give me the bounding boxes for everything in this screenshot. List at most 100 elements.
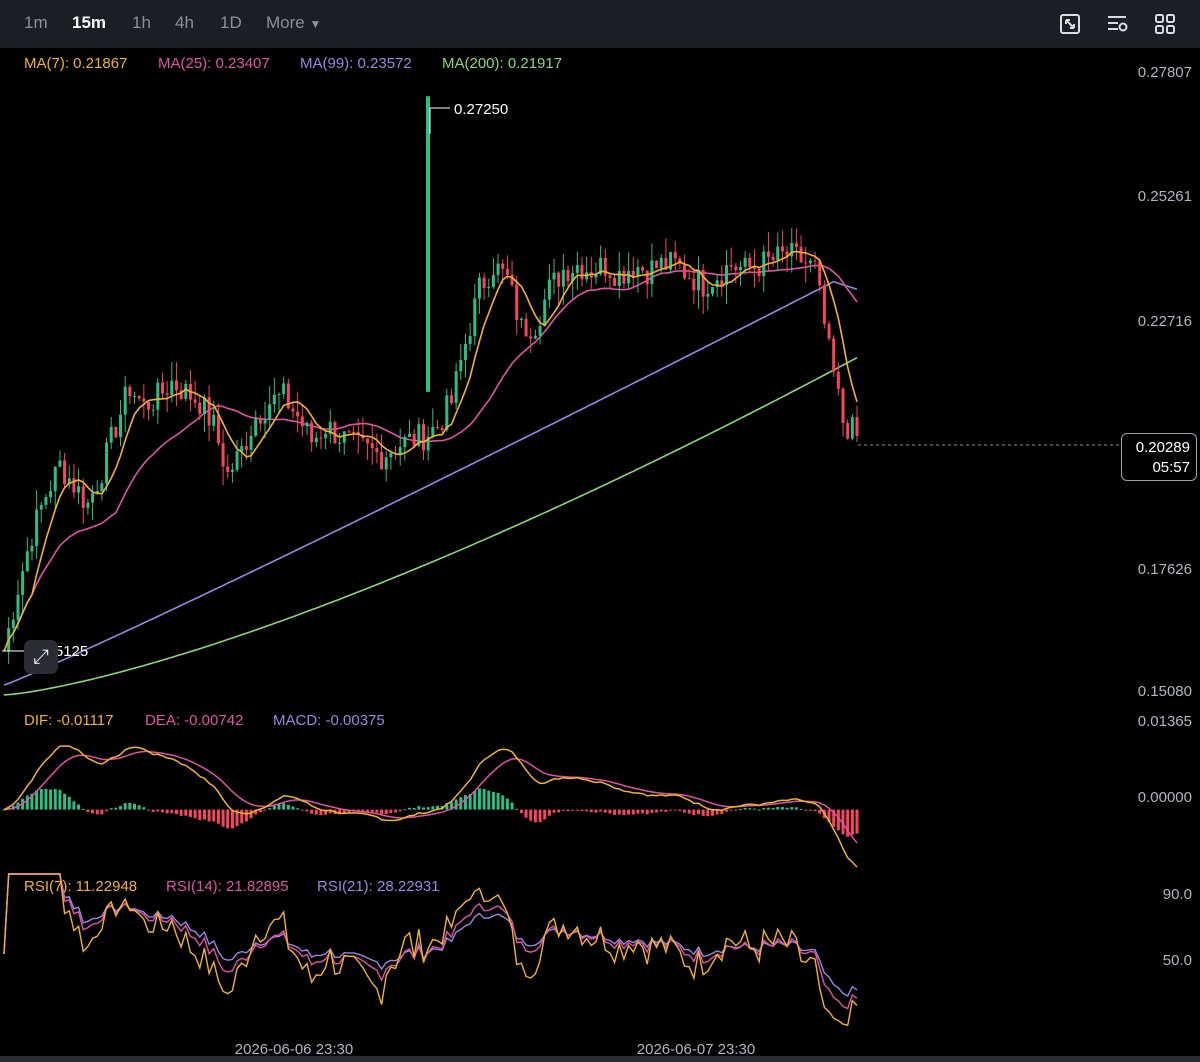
macd-bar: [454, 799, 458, 810]
grid-layout-icon[interactable]: [1153, 12, 1177, 36]
macd-bar: [77, 804, 81, 810]
macd-bar: [105, 809, 109, 812]
macd-bar: [463, 795, 467, 810]
macd-bar: [170, 809, 174, 814]
macd-bar: [510, 802, 514, 810]
candle-body: [552, 272, 556, 280]
moving-averages: [3, 264, 858, 696]
macd-bar: [669, 809, 673, 811]
macd-bar: [706, 809, 710, 817]
candle-body: [566, 269, 570, 282]
chart-canvas[interactable]: MA(7): 0.21867 MA(25): 0.23407 MA(99): 0…: [0, 48, 1200, 1056]
candle-body: [846, 422, 850, 439]
candle-body: [319, 437, 323, 439]
current-price-tag: 0.20289 05:57: [1121, 433, 1197, 481]
candle-body: [627, 270, 631, 284]
macd-bar: [160, 809, 164, 813]
macd-bar: [505, 798, 509, 810]
candle-body: [435, 426, 439, 428]
macd-bar: [818, 809, 822, 814]
rsi-tick-label: 90.0: [1163, 886, 1192, 903]
timeframe-1d[interactable]: 1D: [220, 13, 242, 33]
macd-bar: [603, 809, 607, 813]
legend-rsi7: RSI(7): 11.22948: [24, 878, 137, 895]
macd-bar: [431, 806, 435, 810]
more-dropdown[interactable]: More ▼: [266, 13, 321, 33]
candle-body: [105, 442, 109, 484]
candle-body: [533, 335, 537, 339]
macd-bar: [133, 803, 137, 810]
candle-body: [30, 545, 34, 552]
legend-ma7: MA(7): 0.21867: [24, 55, 127, 72]
macd-bar: [701, 809, 705, 816]
candle-body: [692, 278, 696, 291]
timeframe-4h[interactable]: 4h: [175, 13, 194, 33]
candle-body: [557, 272, 561, 287]
candle-body: [487, 286, 491, 289]
candle-body: [198, 402, 202, 415]
candle-body: [86, 502, 90, 508]
candle-body: [81, 486, 85, 508]
macd-bar: [63, 793, 67, 810]
macd-bar: [314, 809, 318, 815]
candle-body: [412, 433, 416, 446]
candle-body: [543, 299, 547, 327]
macd-bar: [202, 809, 206, 820]
candle-body: [77, 486, 81, 493]
macd-bar: [659, 809, 663, 812]
candle-body: [347, 431, 351, 433]
macd-bar: [850, 809, 854, 835]
candle-body: [459, 360, 463, 372]
settings-list-icon[interactable]: [1106, 12, 1130, 36]
macd-bar: [692, 809, 696, 816]
candle-body: [119, 414, 123, 438]
candle-body: [21, 571, 25, 595]
candle-body: [496, 263, 500, 275]
timeframe-15m[interactable]: 15m: [72, 13, 106, 33]
candle-body: [352, 431, 356, 433]
macd-bar: [193, 809, 197, 819]
candle-body: [813, 260, 817, 262]
macd-bar: [687, 809, 691, 814]
macd-bar: [49, 789, 53, 810]
candle-body: [277, 394, 281, 396]
candle-body: [272, 394, 276, 405]
timeframe-toolbar: 1m 15m 1h 4h 1D More ▼: [0, 0, 1200, 48]
macd-bar: [473, 790, 477, 810]
candle-body: [780, 246, 784, 252]
macd-bar: [123, 803, 127, 810]
price-tick-label: 0.25261: [1138, 188, 1192, 205]
expand-chart-button[interactable]: ⤢: [24, 640, 58, 674]
bottom-scrollbar[interactable]: [0, 1056, 1200, 1062]
macd-bar: [207, 809, 211, 822]
macd-bar: [575, 809, 579, 811]
candle-body: [771, 256, 775, 260]
candle-body: [617, 270, 621, 286]
candle-body: [16, 594, 20, 620]
macd-bar: [165, 809, 169, 814]
candle-body: [151, 409, 155, 411]
candle-body: [463, 343, 467, 361]
candle-body: [491, 274, 495, 287]
candle-body: [314, 437, 318, 443]
fullscreen-icon[interactable]: [1058, 12, 1082, 36]
legend-dif: DIF: -0.01117: [24, 712, 114, 729]
macd-bar: [664, 809, 668, 812]
macd-tick-label: 0.00000: [1138, 789, 1192, 806]
candle-body: [687, 278, 691, 280]
macd-bar: [533, 809, 537, 823]
candle-body: [836, 371, 840, 389]
macd-bar: [221, 809, 225, 827]
candle-body: [100, 483, 104, 491]
timeframe-1h[interactable]: 1h: [132, 13, 151, 33]
macd-bar: [808, 809, 812, 811]
candle-body: [63, 460, 67, 485]
timeframe-1m[interactable]: 1m: [24, 13, 48, 33]
macd-bar: [855, 809, 859, 834]
macd-bar: [631, 809, 635, 815]
macd-bar: [524, 809, 528, 818]
candle-body: [142, 398, 146, 402]
macd-bar: [683, 809, 687, 813]
candle-body: [822, 285, 826, 324]
candle-body: [398, 447, 402, 455]
